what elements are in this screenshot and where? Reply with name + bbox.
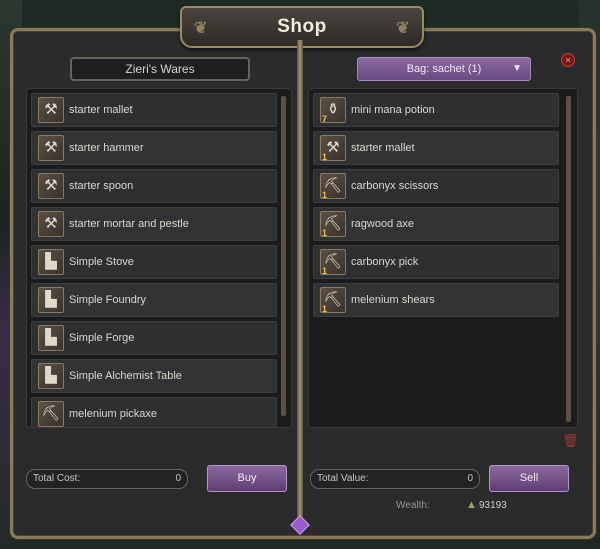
total-value-field: Total Value: 0 bbox=[310, 469, 480, 489]
icon-glyph: ⚒ bbox=[44, 177, 58, 194]
bag-item-row[interactable]: ⚱ 7 mini mana potion bbox=[313, 93, 559, 127]
bag-item-row[interactable]: ⛏ 1 melenium shears bbox=[313, 283, 559, 317]
vendor-item-row[interactable]: ▙ Simple Alchemist Table bbox=[31, 359, 277, 393]
item-label: Simple Foundry bbox=[69, 294, 147, 306]
icon-glyph: ⚱ bbox=[326, 101, 340, 118]
item-label: starter hammer bbox=[69, 142, 144, 154]
item-label: starter mallet bbox=[351, 142, 415, 154]
trash-icon[interactable]: 🗑 bbox=[562, 434, 579, 448]
item-label: melenium shears bbox=[351, 294, 435, 306]
item-quantity: 1 bbox=[322, 304, 328, 314]
bag-item-row[interactable]: ⛏ 1 carbonyx scissors bbox=[313, 169, 559, 203]
total-value-label: Total Value: bbox=[317, 473, 369, 484]
vendor-item-row[interactable]: ⚒ starter spoon bbox=[31, 169, 277, 203]
vendor-item-row[interactable]: ⚒ starter hammer bbox=[31, 131, 277, 165]
pickaxe-icon: ⛏ 1 bbox=[320, 249, 346, 276]
vendor-item-row[interactable]: ⚒ starter mortar and pestle bbox=[31, 207, 277, 241]
item-label: Simple Alchemist Table bbox=[69, 370, 182, 382]
bag-select-label: Bag: sachet (1) bbox=[406, 63, 482, 75]
pickaxe-icon: ⛏ bbox=[38, 401, 64, 427]
wealth-label: Wealth: bbox=[396, 500, 430, 511]
bag-scrollbar[interactable] bbox=[566, 96, 571, 422]
window-title: Shop bbox=[277, 16, 327, 37]
bag-select[interactable]: Bag: sachet (1) ▼ bbox=[357, 57, 531, 81]
item-quantity: 1 bbox=[322, 266, 328, 276]
vendor-item-row[interactable]: ⚒ starter mallet bbox=[31, 93, 277, 127]
vendor-item-row[interactable]: ▙ Simple Stove bbox=[31, 245, 277, 279]
vendor-item-row[interactable]: ▙ Simple Foundry bbox=[31, 283, 277, 317]
mallet-icon: ⚒ 1 bbox=[320, 135, 346, 162]
total-cost-value: 0 bbox=[175, 473, 181, 484]
icon-glyph: ▙ bbox=[45, 367, 57, 384]
item-quantity: 1 bbox=[322, 228, 328, 238]
bag-item-row[interactable]: ⛏ 1 ragwood axe bbox=[313, 207, 559, 241]
icon-glyph: ⚒ bbox=[44, 101, 58, 118]
close-icon[interactable]: × bbox=[561, 53, 575, 67]
sell-button[interactable]: Sell bbox=[489, 465, 569, 492]
item-quantity: 1 bbox=[322, 152, 328, 162]
pickaxe-icon: ⛏ 1 bbox=[320, 173, 346, 200]
item-label: mini mana potion bbox=[351, 104, 435, 116]
vendor-scrollbar[interactable] bbox=[281, 96, 286, 416]
total-value-value: 0 bbox=[467, 473, 473, 484]
item-label: carbonyx scissors bbox=[351, 180, 439, 192]
anvil-icon: ▙ bbox=[38, 363, 64, 389]
item-label: starter spoon bbox=[69, 180, 134, 192]
currency-icon: ▲ bbox=[466, 499, 477, 511]
vendor-item-list: ⚒ starter mallet ⚒ starter hammer ⚒ star… bbox=[26, 88, 292, 428]
item-label: melenium pickaxe bbox=[69, 408, 158, 420]
anvil-icon: ▙ bbox=[38, 249, 64, 275]
bag-item-list: ⚱ 7 mini mana potion ⚒ 1 starter mallet ⛏ 1… bbox=[308, 88, 578, 428]
item-label: Simple Forge bbox=[69, 332, 135, 344]
icon-glyph: ▙ bbox=[45, 253, 57, 270]
total-cost-field: Total Cost: 0 bbox=[26, 469, 188, 489]
buy-button[interactable]: Buy bbox=[207, 465, 287, 492]
item-label: Simple Stove bbox=[69, 256, 134, 268]
ornament-left-icon: ❦ bbox=[194, 20, 208, 37]
mallet-icon: ⚒ bbox=[38, 97, 64, 123]
item-label: starter mortar and pestle bbox=[69, 218, 189, 230]
vendor-item-row[interactable]: ▙ Simple Forge bbox=[31, 321, 277, 355]
anvil-icon: ▙ bbox=[38, 287, 64, 313]
wealth-value: 93193 bbox=[479, 500, 507, 511]
icon-glyph: ⚒ bbox=[44, 215, 58, 232]
spoon-icon: ⚒ bbox=[38, 173, 64, 199]
mortar-icon: ⚒ bbox=[38, 211, 64, 237]
vendor-name: Zieri's Wares bbox=[70, 57, 250, 81]
pickaxe-icon: ⛏ 1 bbox=[320, 211, 346, 238]
vendor-item-row[interactable]: ⛏ melenium pickaxe bbox=[31, 397, 277, 427]
item-label: starter mallet bbox=[69, 104, 133, 116]
chevron-down-icon: ▼ bbox=[512, 63, 522, 74]
hammer-icon: ⚒ bbox=[38, 135, 64, 161]
bag-item-row[interactable]: ⛏ 1 carbonyx pick bbox=[313, 245, 559, 279]
icon-glyph: ▙ bbox=[45, 329, 57, 346]
item-quantity: 7 bbox=[322, 114, 328, 124]
total-cost-label: Total Cost: bbox=[33, 473, 81, 484]
item-quantity: 1 bbox=[322, 190, 328, 200]
bag-item-row[interactable]: ⚒ 1 starter mallet bbox=[313, 131, 559, 165]
icon-glyph: ⛏ bbox=[41, 405, 61, 422]
icon-glyph: ▙ bbox=[45, 291, 57, 308]
panel-divider bbox=[297, 40, 303, 528]
potion-icon: ⚱ 7 bbox=[320, 97, 346, 124]
anvil-icon: ▙ bbox=[38, 325, 64, 351]
ornament-right-icon: ❦ bbox=[396, 20, 410, 37]
item-label: carbonyx pick bbox=[351, 256, 419, 268]
pickaxe-icon: ⛏ 1 bbox=[320, 287, 346, 314]
icon-glyph: ⚒ bbox=[326, 139, 340, 156]
icon-glyph: ⚒ bbox=[44, 139, 58, 156]
item-label: ragwood axe bbox=[351, 218, 414, 230]
